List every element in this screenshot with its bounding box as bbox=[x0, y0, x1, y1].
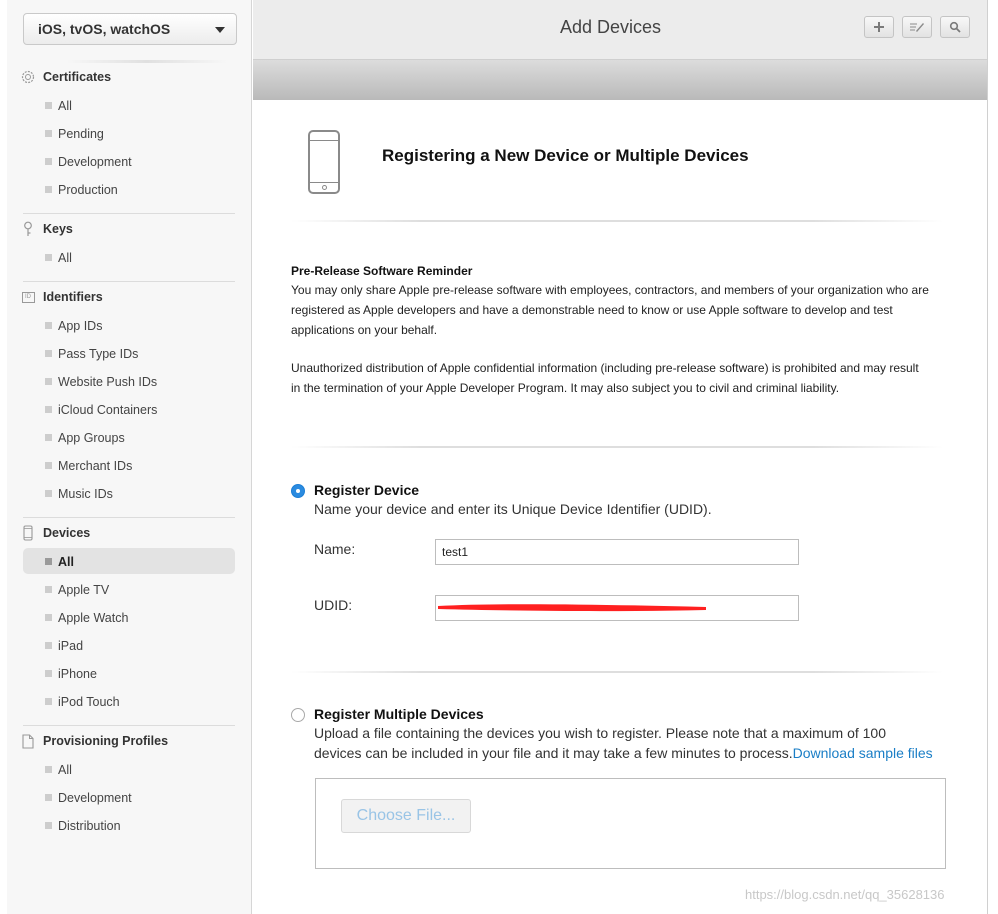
section-provisioning-profiles: Provisioning Profiles bbox=[21, 732, 168, 750]
main-content: Registering a New Device or Multiple Dev… bbox=[253, 100, 987, 914]
edit-button[interactable] bbox=[902, 16, 932, 38]
sidebar-item-profiles-all[interactable]: All bbox=[23, 756, 235, 782]
divider bbox=[23, 281, 235, 282]
register-device-radio[interactable] bbox=[291, 484, 305, 498]
reminder-text: You may only share Apple pre-release sof… bbox=[291, 283, 929, 337]
divider bbox=[291, 220, 943, 222]
section-keys: Keys bbox=[21, 220, 73, 238]
section-title: Certificates bbox=[43, 70, 112, 84]
register-multiple-title: Register Multiple Devices bbox=[314, 706, 484, 722]
sidebar-item-certificates-pending[interactable]: Pending bbox=[23, 120, 235, 146]
register-device-description: Name your device and enter its Unique De… bbox=[314, 501, 712, 517]
platform-select-label: iOS, tvOS, watchOS bbox=[38, 21, 171, 37]
certificate-icon bbox=[21, 69, 35, 85]
document-icon bbox=[21, 733, 35, 749]
redaction-mark bbox=[438, 604, 706, 612]
warning-text: Unauthorized distribution of Apple confi… bbox=[291, 361, 919, 395]
sidebar-item-keys-all[interactable]: All bbox=[23, 244, 235, 270]
section-title: Keys bbox=[43, 222, 73, 236]
section-title: Identifiers bbox=[43, 290, 103, 304]
sidebar-item-apple-tv[interactable]: Apple TV bbox=[23, 576, 235, 602]
device-icon bbox=[21, 525, 35, 541]
sidebar-item-ipod-touch[interactable]: iPod Touch bbox=[23, 688, 235, 714]
divider bbox=[23, 213, 235, 214]
id-icon: ID bbox=[21, 289, 35, 305]
divider bbox=[291, 671, 943, 673]
header-band bbox=[253, 60, 988, 100]
sidebar-item-devices-all[interactable]: All bbox=[23, 548, 235, 574]
sidebar-item-pass-type-ids[interactable]: Pass Type IDs bbox=[23, 340, 235, 366]
iphone-icon bbox=[308, 130, 340, 194]
choose-file-button[interactable]: Choose File... bbox=[341, 799, 471, 833]
divider bbox=[291, 446, 943, 448]
sidebar-item-website-push-ids[interactable]: Website Push IDs bbox=[23, 368, 235, 394]
register-device-title: Register Device bbox=[314, 482, 420, 498]
sidebar-item-certificates-development[interactable]: Development bbox=[23, 148, 235, 174]
section-heading: Registering a New Device or Multiple Dev… bbox=[382, 146, 749, 165]
sidebar-item-music-ids[interactable]: Music IDs bbox=[23, 480, 235, 506]
divider bbox=[987, 0, 988, 914]
sidebar: iOS, tvOS, watchOS Certificates All Pend… bbox=[7, 0, 252, 914]
key-icon bbox=[21, 221, 35, 237]
sidebar-item-app-ids[interactable]: App IDs bbox=[23, 312, 235, 338]
sidebar-item-icloud-containers[interactable]: iCloud Containers bbox=[23, 396, 235, 422]
udid-label: UDID: bbox=[314, 597, 353, 613]
add-button[interactable] bbox=[864, 16, 894, 38]
divider bbox=[67, 60, 227, 63]
section-identifiers: ID Identifiers bbox=[21, 288, 103, 306]
download-sample-link[interactable]: Download sample files bbox=[793, 745, 933, 761]
page-title: Add Devices bbox=[559, 17, 662, 37]
upload-box: Choose File... bbox=[315, 778, 946, 869]
platform-select[interactable]: iOS, tvOS, watchOS bbox=[23, 13, 237, 45]
search-icon bbox=[949, 21, 961, 33]
edit-icon bbox=[910, 23, 924, 32]
chevron-down-icon bbox=[215, 27, 225, 33]
search-button[interactable] bbox=[940, 16, 970, 38]
divider bbox=[23, 725, 235, 726]
name-label: Name: bbox=[314, 541, 356, 557]
sidebar-item-iphone[interactable]: iPhone bbox=[23, 660, 235, 686]
section-title: Devices bbox=[43, 526, 91, 540]
sidebar-item-certificates-production[interactable]: Production bbox=[23, 176, 235, 202]
sidebar-item-certificates-all[interactable]: All bbox=[23, 92, 235, 118]
register-multiple-radio[interactable] bbox=[291, 708, 305, 722]
name-field[interactable] bbox=[435, 539, 799, 565]
reminder-title: Pre-Release Software Reminder bbox=[291, 264, 473, 278]
divider bbox=[23, 517, 235, 518]
section-devices: Devices bbox=[21, 524, 90, 542]
plus-icon bbox=[874, 22, 884, 32]
header-bar: Add Devices bbox=[253, 0, 988, 60]
register-multiple-description: Upload a file containing the devices you… bbox=[314, 725, 933, 761]
section-certificates: Certificates bbox=[21, 68, 111, 86]
sidebar-item-apple-watch[interactable]: Apple Watch bbox=[23, 604, 235, 630]
sidebar-item-profiles-development[interactable]: Development bbox=[23, 784, 235, 810]
sidebar-item-profiles-distribution[interactable]: Distribution bbox=[23, 812, 235, 838]
watermark: https://blog.csdn.net/qq_35628136 bbox=[745, 887, 945, 902]
sidebar-item-merchant-ids[interactable]: Merchant IDs bbox=[23, 452, 235, 478]
sidebar-item-ipad[interactable]: iPad bbox=[23, 632, 235, 658]
section-title: Provisioning Profiles bbox=[43, 734, 169, 748]
sidebar-item-app-groups[interactable]: App Groups bbox=[23, 424, 235, 450]
